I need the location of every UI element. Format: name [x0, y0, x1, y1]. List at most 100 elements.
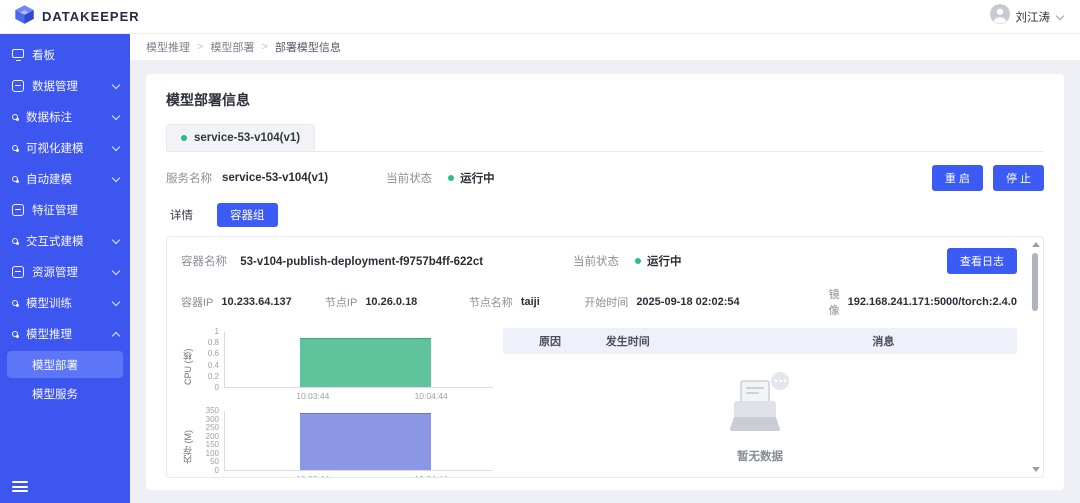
service-info-row: 服务名称 service-53-v104(v1) 当前状态 运行中 重 启 停 … [166, 165, 1044, 191]
node-name-value: taiji [521, 296, 540, 308]
sidebar-item-model-service[interactable]: 模型服务 [0, 380, 130, 408]
x-tick-label: 10:03:44 [296, 474, 329, 478]
tab-container-group[interactable]: 容器组 [217, 203, 278, 227]
chevron-up-icon [112, 330, 120, 338]
app-window: DATAKEEPER 刘江涛 看板 数据管理 数据标注 [0, 0, 1080, 503]
sidebar-item-label: 模型部署 [32, 357, 78, 373]
tab-detail[interactable]: 详情 [168, 203, 195, 227]
page-title: 模型部署信息 [166, 90, 1044, 110]
collapse-sidebar-button[interactable] [12, 481, 28, 493]
memory-usage-chart: 内存 (M) 350300250200150100500 10:03:4410:… [181, 411, 493, 478]
sidebar-item-interactive-modeling[interactable]: 交互式建模 [0, 225, 130, 256]
column-header-reason: 原因 [503, 333, 606, 349]
sidebar-item-label: 可视化建模 [26, 140, 84, 156]
interactive-modeling-icon [12, 238, 18, 244]
cpu-chart-plot [224, 332, 493, 388]
service-status-value: 运行中 [460, 170, 495, 186]
sidebar-item-label: 交互式建模 [26, 233, 84, 249]
x-tick-label: 10:03:44 [296, 391, 329, 401]
sidebar-item-model-deployment[interactable]: 模型部署 [7, 351, 123, 378]
y-tick-label: 0 [215, 384, 219, 392]
brand-name: DATAKEEPER [42, 9, 140, 24]
tab-service-53-v104[interactable]: service-53-v104(v1) [166, 124, 315, 151]
scroll-down-arrow-icon[interactable] [1032, 467, 1040, 472]
start-time-value: 2025-09-18 02:02:54 [636, 296, 739, 308]
user-name: 刘江涛 [1016, 9, 1051, 25]
y-tick-label: 0.6 [208, 350, 219, 358]
container-group-panel: 容器名称 53-v104-publish-deployment-f9757b4f… [166, 236, 1044, 478]
sidebar-item-visual-modeling[interactable]: 可视化建模 [0, 132, 130, 163]
y-tick-label: 0.4 [208, 362, 219, 370]
container-name-label: 容器名称 [181, 256, 227, 268]
chevron-down-icon [112, 144, 120, 152]
container-status-label: 当前状态 [573, 253, 619, 269]
service-tab-label: service-53-v104(v1) [194, 132, 300, 144]
top-bar: DATAKEEPER 刘江涛 [0, 0, 1080, 34]
main-area: 模型推理 > 模型部署 > 部署模型信息 模型部署信息 service-53-v… [130, 34, 1080, 503]
visual-modeling-icon [12, 145, 18, 151]
memory-chart-x-axis: 10:03:4410:04:44 [224, 471, 493, 478]
user-menu[interactable]: 刘江涛 [990, 4, 1065, 29]
sidebar-item-data-annotation[interactable]: 数据标注 [0, 101, 130, 132]
user-avatar [990, 4, 1010, 29]
y-tick-label: 0.2 [208, 373, 219, 381]
column-header-occurred-time: 发生时间 [606, 333, 750, 349]
cpu-axis-title: CPU (核) [181, 332, 194, 401]
start-time-label: 开始时间 [584, 294, 628, 310]
y-tick-label: 0.8 [208, 339, 219, 347]
scroll-up-arrow-icon[interactable] [1032, 242, 1040, 247]
container-ip-value: 10.233.64.137 [221, 296, 291, 308]
memory-axis-title: 内存 (M) [181, 411, 194, 478]
chevron-down-icon [112, 268, 120, 276]
breadcrumb: 模型推理 > 模型部署 > 部署模型信息 [130, 34, 1080, 61]
view-logs-button[interactable]: 查看日志 [947, 248, 1017, 274]
image-value: 192.168.241.171:5000/torch:2.4.0 [848, 296, 1017, 308]
feature-management-icon [12, 204, 24, 216]
chevron-down-icon [112, 113, 120, 121]
column-header-message: 消息 [750, 333, 1017, 349]
sidebar-item-feature-management[interactable]: 特征管理 [0, 194, 130, 225]
scrollbar-thumb[interactable] [1032, 253, 1038, 311]
x-tick-label: 10:04:44 [415, 391, 448, 401]
restart-button[interactable]: 重 启 [932, 165, 983, 191]
y-tick-label: 0 [215, 467, 219, 475]
cpu-chart-x-axis: 10:03:44 10:04:44 [224, 388, 493, 401]
breadcrumb-item[interactable]: 模型推理 [146, 39, 190, 55]
sidebar-item-label: 看板 [32, 47, 55, 63]
node-name-label: 节点名称 [469, 294, 513, 310]
sidebar-item-resource-management[interactable]: 资源管理 [0, 256, 130, 287]
sidebar-item-model-inference[interactable]: 模型推理 [0, 318, 130, 349]
sidebar-item-label: 数据标注 [26, 109, 72, 125]
sidebar-item-auto-modeling[interactable]: 自动建模 [0, 163, 130, 194]
sidebar-item-label: 自动建模 [26, 171, 72, 187]
sidebar-item-label: 特征管理 [32, 202, 78, 218]
breadcrumb-current: 部署模型信息 [275, 39, 341, 55]
empty-state: 暂无数据 [503, 354, 1017, 478]
usage-charts: CPU (核) 1 0.8 0.6 0.4 0.2 0 10:03:44 10:04:44 [181, 328, 493, 478]
chevron-down-icon [112, 175, 120, 183]
memory-chart-plot [224, 411, 493, 471]
sidebar-item-data-management[interactable]: 数据管理 [0, 70, 130, 101]
detail-tabs: 详情 容器组 [168, 203, 1044, 227]
stop-button[interactable]: 停 止 [993, 165, 1044, 191]
y-tick-label: 250 [206, 424, 219, 432]
breadcrumb-item[interactable]: 模型部署 [210, 39, 254, 55]
model-training-icon [12, 300, 18, 306]
memory-usage-area [300, 413, 431, 470]
cpu-chart-y-axis: 1 0.8 0.6 0.4 0.2 0 [194, 328, 224, 392]
model-inference-icon [12, 331, 18, 337]
dashboard-icon [12, 49, 24, 58]
sidebar: 看板 数据管理 数据标注 可视化建模 自动建模 [0, 34, 130, 503]
sidebar-item-label: 模型训练 [26, 295, 72, 311]
container-header-row: 容器名称 53-v104-publish-deployment-f9757b4f… [181, 248, 1017, 274]
chevron-down-icon [112, 82, 120, 90]
y-tick-label: 1 [215, 328, 219, 336]
deployment-info-card: 模型部署信息 service-53-v104(v1) 服务名称 service-… [146, 74, 1064, 490]
breadcrumb-separator: > [197, 41, 203, 53]
events-table-header: 原因 发生时间 消息 [503, 328, 1017, 354]
sidebar-item-model-training[interactable]: 模型训练 [0, 287, 130, 318]
chevron-down-icon [1056, 13, 1064, 21]
sidebar-item-dashboard[interactable]: 看板 [0, 39, 130, 70]
node-ip-label: 节点IP [325, 294, 357, 310]
panel-scrollbar[interactable] [1029, 239, 1041, 475]
